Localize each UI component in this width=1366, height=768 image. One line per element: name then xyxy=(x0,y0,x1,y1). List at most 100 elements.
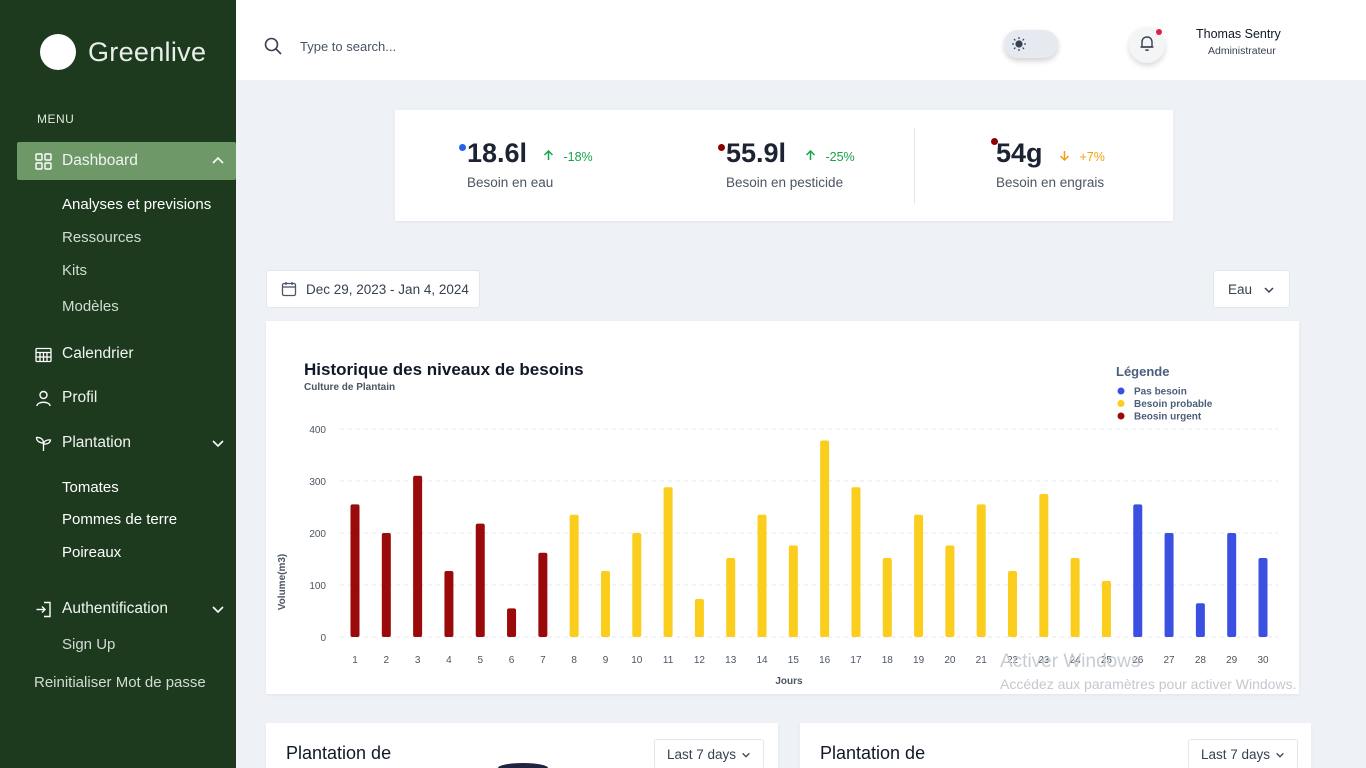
user-icon xyxy=(34,389,52,407)
sidebar-item-dashboard[interactable]: Dashboard xyxy=(17,142,236,180)
brand-logo xyxy=(40,34,76,70)
sidebar-subitem-poireaux[interactable]: Poireaux xyxy=(62,544,121,561)
sidebar-item-calendrier[interactable]: Calendrier xyxy=(17,335,236,373)
sprout-icon xyxy=(34,434,52,452)
legend-label: Beosin urgent xyxy=(1134,412,1202,423)
x-tick-label: 7 xyxy=(540,655,546,666)
date-range-picker[interactable]: Dec 29, 2023 - Jan 4, 2024 xyxy=(266,270,480,308)
x-tick-label: 29 xyxy=(1226,655,1238,666)
sidebar-subitem-ressources[interactable]: Ressources xyxy=(62,229,141,246)
legend-title: Légende xyxy=(1116,364,1169,379)
chart-bar xyxy=(976,504,986,637)
stat-engrais: 54g +7% Besoin en engrais xyxy=(991,138,1105,190)
sidebar-subitem-modeles[interactable]: Modèles xyxy=(62,298,119,315)
sidebar-subitem-pommes-de-terre[interactable]: Pommes de terre xyxy=(62,511,177,528)
chart-bar xyxy=(882,557,892,637)
x-tick-label: 11 xyxy=(663,655,674,666)
stat-delta: -25% xyxy=(805,149,855,164)
chart-bar xyxy=(538,552,548,637)
y-tick-label: 200 xyxy=(309,529,326,540)
stat-delta: -18% xyxy=(543,149,593,164)
chart-bar xyxy=(569,514,579,637)
theme-toggle[interactable] xyxy=(1004,30,1058,58)
sidebar-item-label: Calendrier xyxy=(62,345,134,362)
brand[interactable]: Greenlive xyxy=(40,34,206,70)
status-dot xyxy=(991,138,998,145)
sidebar-subitem-analyses[interactable]: Analyses et previsions xyxy=(62,196,211,213)
notifications-button[interactable] xyxy=(1129,27,1165,63)
grid-icon xyxy=(34,152,52,170)
stat-pesticide: 55.9l -25% Besoin en pesticide xyxy=(718,138,855,190)
chart-bar xyxy=(1008,570,1018,637)
sidebar-item-label: Dashboard xyxy=(62,152,138,169)
chevron-up-icon xyxy=(210,153,226,169)
legend-marker xyxy=(1117,387,1125,395)
stat-delta-text: +7% xyxy=(1079,150,1105,164)
activation-watermark-sub: Accédez aux paramètres pour activer Wind… xyxy=(1000,676,1297,692)
chart-bar xyxy=(1101,580,1111,637)
chart-bar xyxy=(1258,557,1268,637)
calendar-icon xyxy=(34,345,52,363)
calendar-icon xyxy=(281,282,297,297)
x-tick-label: 3 xyxy=(415,655,421,666)
stat-water: 18.6l -18% Besoin en eau xyxy=(459,138,593,190)
chart-bar xyxy=(444,570,454,637)
chevron-down-icon xyxy=(1264,287,1274,294)
sidebar-item-plantation[interactable]: Plantation xyxy=(17,424,236,462)
stat-value: 55.9l xyxy=(726,138,787,168)
chart-bar xyxy=(632,533,642,637)
x-tick-label: 17 xyxy=(850,655,862,666)
x-tick-label: 12 xyxy=(694,655,706,666)
card-title: Plantation de xyxy=(820,743,926,763)
date-range-label: Dec 29, 2023 - Jan 4, 2024 xyxy=(306,281,469,297)
chart-bar xyxy=(820,440,830,637)
sidebar-subitem-kits[interactable]: Kits xyxy=(62,262,87,279)
sidebar: Greenlive MENU Dashboard Analyses et pre… xyxy=(0,0,236,768)
plantation-card: Plantation de Last 7 days xyxy=(266,723,778,768)
menu-caption: MENU xyxy=(37,112,75,126)
stats-card: 18.6l -18% Besoin en eau 55.9l -25% Beso… xyxy=(395,110,1173,221)
login-icon xyxy=(34,600,52,618)
search-icon[interactable] xyxy=(264,37,282,55)
period-select[interactable]: Last 7 days xyxy=(1188,739,1298,768)
sidebar-item-profil[interactable]: Profil xyxy=(17,379,236,417)
bell-icon xyxy=(1138,34,1156,57)
legend-label: Pas besoin xyxy=(1134,387,1187,398)
sidebar-item-authentification[interactable]: Authentification xyxy=(17,590,236,628)
chart-bar xyxy=(1070,557,1080,637)
stat-delta-text: -18% xyxy=(563,150,593,164)
user-name[interactable]: Thomas Sentry xyxy=(1196,27,1281,41)
chart-bar xyxy=(1039,494,1049,637)
legend-marker xyxy=(1117,400,1125,407)
sidebar-item-reset-password[interactable]: Reinitialiser Mot de passe xyxy=(34,674,206,691)
stat-value: 54g xyxy=(996,138,1043,168)
user-role: Administrateur xyxy=(1208,45,1276,57)
sun-icon xyxy=(1008,33,1030,55)
search-input[interactable] xyxy=(300,34,600,58)
brand-name: Greenlive xyxy=(88,36,207,67)
period-select-value: Last 7 days xyxy=(667,746,737,762)
sidebar-subitem-tomates[interactable]: Tomates xyxy=(62,479,119,496)
chart-bar xyxy=(600,570,610,637)
sidebar-item-label: Plantation xyxy=(62,434,131,451)
topbar: Thomas Sentry Administrateur xyxy=(236,0,1366,80)
chart-bar xyxy=(381,533,391,637)
arrow-up-icon xyxy=(805,149,816,160)
y-axis-label: Volume(m3) xyxy=(277,554,288,611)
chart-bar xyxy=(507,608,517,637)
x-tick-label: 16 xyxy=(819,655,831,666)
sidebar-subitem-sign-up[interactable]: Sign Up xyxy=(62,636,115,653)
legend-label: Besoin probable xyxy=(1134,399,1213,410)
x-tick-label: 9 xyxy=(603,655,609,666)
resource-select-value: Eau xyxy=(1228,281,1253,297)
chart-title: Historique des niveaux de besoins xyxy=(304,360,584,379)
resource-select[interactable]: Eau xyxy=(1213,270,1290,308)
x-axis-label: Jours xyxy=(775,676,803,687)
chart-bar xyxy=(788,545,798,637)
chart-bar xyxy=(350,504,360,637)
stat-label: Besoin en engrais xyxy=(996,175,1105,190)
chart-bar xyxy=(694,599,704,637)
period-select[interactable]: Last 7 days xyxy=(654,739,764,768)
x-tick-label: 13 xyxy=(725,655,737,666)
x-tick-label: 28 xyxy=(1195,655,1207,666)
